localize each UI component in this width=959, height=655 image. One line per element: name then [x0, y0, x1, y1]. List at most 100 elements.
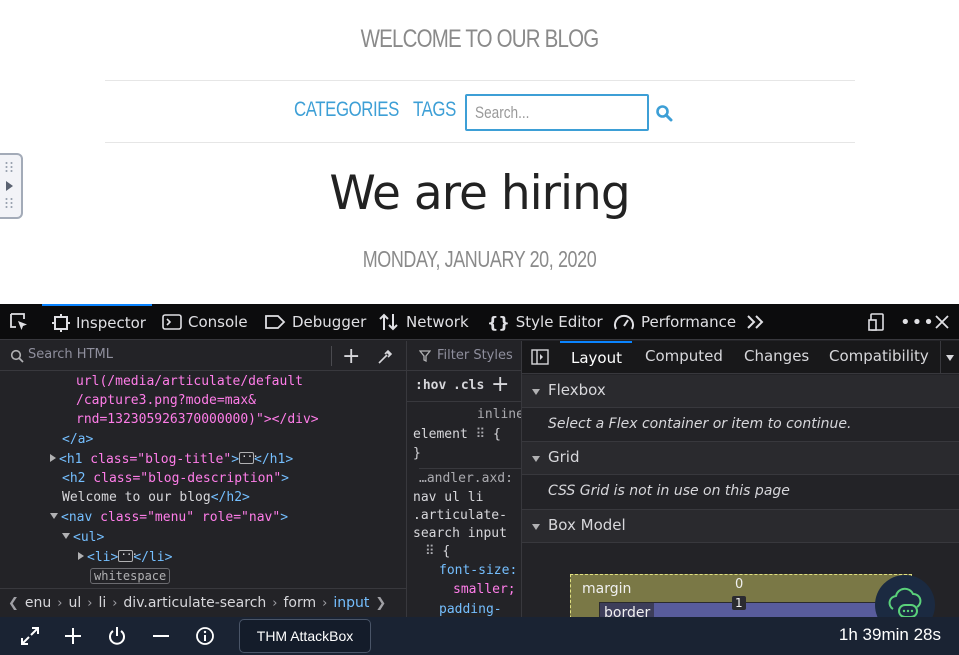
tag-close: </h1> [254, 452, 294, 467]
breadcrumb: ❮ enu › ul › li › div.articulate-search … [0, 588, 406, 617]
more-tabs-button[interactable] [746, 304, 766, 340]
blog-search-input[interactable]: Search... [465, 94, 649, 131]
expand-icon[interactable] [50, 454, 56, 462]
whitespace-badge[interactable]: whitespace [90, 568, 171, 584]
chevron-right-icon: › [272, 595, 278, 611]
search-icon[interactable] [655, 104, 673, 122]
section-box-model-header[interactable]: Box Model [522, 510, 959, 543]
more-options-icon[interactable]: ••• [900, 304, 935, 340]
toggle-pane-icon[interactable] [531, 349, 549, 365]
element-picker-button[interactable] [8, 304, 32, 340]
ellipsis-icon[interactable] [239, 447, 258, 467]
rule-source-link[interactable]: …andler.axd: [419, 468, 521, 488]
markup-panel: Search HTML + url(/media/articulate/defa… [0, 341, 406, 617]
chevron-right-icon[interactable]: ❯ [375, 596, 386, 611]
tab-layout[interactable]: Layout [560, 341, 632, 374]
tab-console[interactable]: Console [162, 304, 248, 340]
chevron-right-icon: › [322, 595, 328, 611]
box-model-border[interactable]: border 1 [599, 596, 909, 617]
tab-performance-label: Performance [641, 313, 737, 331]
brace: { [442, 544, 451, 559]
breadcrumb-item[interactable]: form [283, 595, 316, 611]
chevron-right-icon: › [87, 595, 93, 611]
margin-value[interactable]: 0 [735, 577, 743, 592]
separator [331, 346, 332, 366]
markup-node-h1[interactable]: <h1 class="blog-title"></h1> [50, 447, 294, 470]
collapse-icon[interactable] [50, 513, 58, 519]
selector-text: element [413, 427, 468, 442]
markup-node-li[interactable]: <li> </li> [78, 545, 173, 568]
tab-changes[interactable]: Changes [744, 341, 809, 374]
breadcrumb-item[interactable]: div.articulate-search [123, 595, 266, 611]
minus-icon[interactable] [151, 626, 171, 646]
css-property[interactable]: font-size: [439, 561, 517, 580]
chevron-left-icon[interactable]: ❮ [8, 596, 19, 611]
tab-performance[interactable]: Performance [613, 304, 736, 340]
tag-close: </li> [133, 550, 173, 565]
plus-icon[interactable] [63, 626, 83, 646]
breadcrumb-item[interactable]: li [98, 595, 106, 611]
nav-categories-link[interactable]: CATEGORIES [294, 98, 399, 122]
info-icon[interactable] [195, 626, 215, 646]
section-grid-header[interactable]: Grid [522, 442, 959, 475]
tab-computed[interactable]: Computed [645, 341, 723, 374]
side-panel-handle[interactable] [0, 153, 23, 219]
css-property[interactable]: padding- [439, 600, 502, 617]
play-icon [6, 181, 13, 191]
search-html-input[interactable]: Search HTML [28, 347, 113, 362]
collapse-icon[interactable] [62, 533, 70, 539]
grip-icon [4, 197, 14, 209]
border-value[interactable]: 1 [732, 596, 746, 610]
attr-value: "nav" [241, 510, 281, 525]
eyedropper-icon[interactable] [376, 348, 394, 366]
post-title[interactable]: We are hiring [0, 166, 959, 221]
power-icon[interactable] [107, 626, 127, 646]
tab-debugger-label: Debugger [292, 313, 367, 331]
markup-node-ul[interactable]: <ul> [62, 528, 104, 548]
tab-inspector[interactable]: Inspector [42, 304, 152, 340]
margin-label: margin [582, 581, 632, 597]
breadcrumb-item[interactable]: enu [25, 595, 51, 611]
tab-compatibility[interactable]: Compatibility [829, 341, 929, 374]
responsive-design-icon[interactable] [867, 312, 887, 332]
rules-toolbar: :hov .cls + [407, 372, 521, 402]
performance-icon [614, 314, 634, 330]
search-html-bar: Search HTML + [0, 341, 406, 371]
css-value[interactable]: smaller; [453, 580, 516, 599]
section-flexbox-header[interactable]: Flexbox [522, 375, 959, 408]
chevron-down-icon [946, 355, 954, 361]
ellipsis-icon[interactable] [118, 545, 137, 565]
tag-name: <h1 [59, 452, 83, 467]
box-model-margin[interactable]: margin 0 border 1 [570, 574, 912, 617]
attackbox-button[interactable]: THM AttackBox [239, 619, 371, 653]
add-rule-button[interactable]: + [491, 372, 509, 397]
attr-name: class= [82, 452, 138, 467]
markup-node-h2[interactable]: <h2 class="blog-description"> [62, 469, 289, 489]
filter-styles-input[interactable]: Filter Styles [437, 348, 513, 363]
search-icon [10, 349, 24, 363]
markup-line[interactable]: </a> [62, 430, 93, 450]
tabs-dropdown-button[interactable] [940, 341, 959, 374]
brace: { [492, 427, 501, 442]
tag-name: <li> [87, 550, 119, 565]
tab-style-editor[interactable]: {} Style Editor [487, 304, 603, 340]
close-icon[interactable] [934, 314, 950, 330]
section-label: Flexbox [548, 381, 606, 399]
network-icon [379, 313, 398, 331]
add-node-button[interactable]: + [342, 344, 360, 369]
hov-toggle[interactable]: :hov [415, 378, 446, 393]
breadcrumb-item-current[interactable]: input [333, 595, 369, 611]
devtools-toolbar: Inspector Console Debugger Network {} St… [0, 304, 959, 340]
expand-icon[interactable] [78, 552, 84, 560]
flexbox-note: Select a Flex container or item to conti… [548, 416, 852, 432]
tab-debugger[interactable]: Debugger [264, 304, 366, 340]
markup-node-nav[interactable]: <nav class="menu" role="nav"> [50, 508, 288, 528]
tab-inspector-label: Inspector [76, 314, 146, 332]
expand-icon[interactable] [20, 626, 40, 646]
breadcrumb-item[interactable]: ul [68, 595, 81, 611]
tab-network[interactable]: Network [378, 304, 469, 340]
nav-tags-link[interactable]: TAGS [413, 98, 456, 122]
grip-icon [4, 161, 14, 173]
markup-tree: url(/media/articulate/default /capture3.… [0, 372, 406, 588]
cls-toggle[interactable]: .cls [453, 378, 484, 393]
